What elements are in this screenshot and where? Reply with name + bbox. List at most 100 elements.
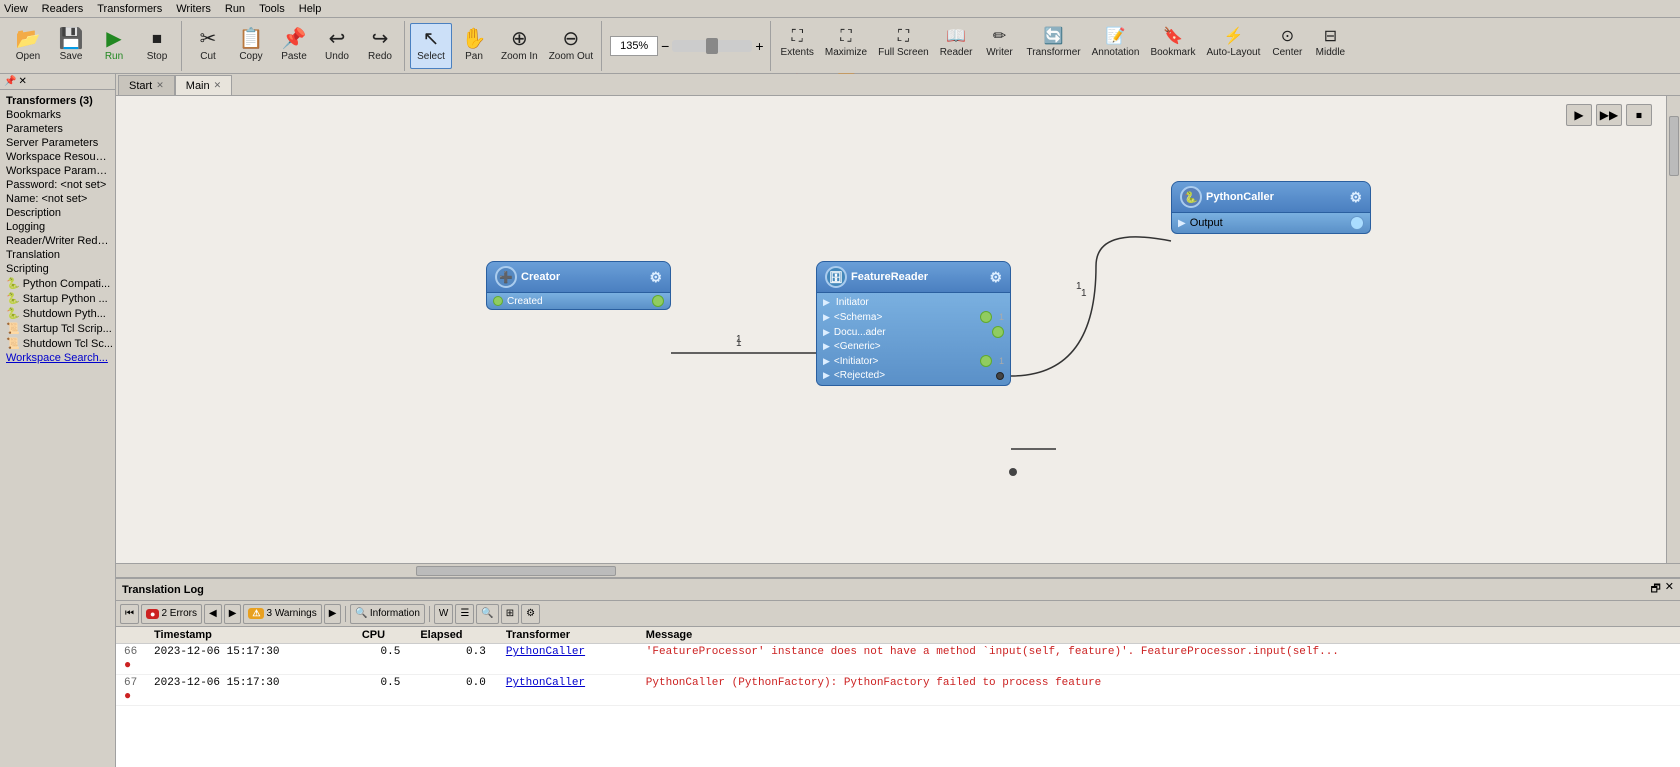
undo-button[interactable]: ↩ Undo bbox=[316, 23, 358, 69]
sidebar-item-workspace-search[interactable]: Workspace Search... bbox=[2, 351, 113, 365]
node-creator-header: ➕ Creator ⚙ bbox=[486, 261, 671, 293]
log-row-66-transformer[interactable]: PythonCaller bbox=[498, 644, 638, 675]
writer-button[interactable]: ✏ Writer bbox=[979, 21, 1021, 67]
sidebar-item-transformers[interactable]: Transformers (3) bbox=[2, 94, 113, 108]
extents-button[interactable]: ⛶ Extents bbox=[776, 21, 819, 67]
log-errors-nav-prev[interactable]: ◀ bbox=[204, 604, 222, 624]
bookmark-icon: 🔖 bbox=[1163, 29, 1183, 45]
center-button[interactable]: ⊙ Center bbox=[1266, 21, 1308, 67]
log-settings-button[interactable]: ⚙ bbox=[521, 604, 540, 624]
sidebar-item-shutdown-python[interactable]: 🐍 Shutdown Pyth... bbox=[2, 306, 113, 321]
log-list-button[interactable]: ☰ bbox=[455, 604, 474, 624]
auto-layout-button[interactable]: ⚡ Auto-Layout bbox=[1201, 21, 1265, 67]
maximize-button[interactable]: ⛶ Maximize bbox=[820, 21, 872, 67]
zoom-input[interactable] bbox=[610, 36, 658, 56]
tab-main[interactable]: Main ✕ bbox=[175, 75, 232, 95]
log-scroll-top-button[interactable]: ⏮ bbox=[120, 604, 139, 624]
sidebar-item-startup-tcl[interactable]: 📜 Startup Tcl Scrip... bbox=[2, 321, 113, 336]
canvas-step-button[interactable]: ▶▶ bbox=[1596, 104, 1622, 126]
canvas-run-button[interactable]: ▶ bbox=[1566, 104, 1592, 126]
node-feature-reader[interactable]: 🗄 FeatureReader ⚙ ▶ Initiator bbox=[816, 261, 1011, 386]
sidebar-item-python-compat[interactable]: 🐍 Python Compati... bbox=[2, 276, 113, 291]
log-title: Translation Log bbox=[122, 584, 204, 596]
fullscreen-button[interactable]: ⛶ Full Screen bbox=[873, 21, 934, 67]
vertical-scrollbar[interactable] bbox=[1666, 96, 1680, 563]
sidebar-item-parameters[interactable]: Parameters bbox=[2, 122, 113, 136]
sidebar-item-reader-writer-redir[interactable]: Reader/Writer Redir... bbox=[2, 234, 113, 248]
reader-button[interactable]: 📖 Reader bbox=[935, 21, 978, 67]
redo-button[interactable]: ↪ Redo bbox=[359, 23, 401, 69]
log-filter-button[interactable]: ⊞ bbox=[501, 604, 519, 624]
node-creator[interactable]: ➕ Creator ⚙ Created bbox=[486, 261, 671, 310]
zoom-slider[interactable] bbox=[672, 40, 752, 52]
zoom-plus-icon[interactable]: + bbox=[755, 38, 763, 54]
zoom-out-button[interactable]: ⊖ Zoom Out bbox=[544, 23, 598, 69]
horizontal-scrollbar[interactable] bbox=[116, 563, 1680, 577]
log-row-66-transformer-link[interactable]: PythonCaller bbox=[506, 646, 585, 658]
stop-button[interactable]: ⏹ Stop bbox=[136, 23, 178, 69]
log-maximize-icon[interactable]: 🗗 bbox=[1650, 580, 1660, 599]
log-row-67-transformer-link[interactable]: PythonCaller bbox=[506, 677, 585, 689]
sidebar-item-scripting[interactable]: Scripting bbox=[2, 262, 113, 276]
node-python-caller[interactable]: 🐍 PythonCaller ⚙ ▶ Output bbox=[1171, 181, 1371, 234]
log-search-button[interactable]: 🔍 bbox=[476, 604, 498, 624]
log-errors-button[interactable]: ● 2 Errors bbox=[141, 604, 202, 624]
log-warnings-button[interactable]: ⚠ 3 Warnings bbox=[243, 604, 321, 624]
copy-button[interactable]: 📋 Copy bbox=[230, 23, 272, 69]
tab-start[interactable]: Start ✕ bbox=[118, 75, 175, 95]
warnings-label: 3 Warnings bbox=[266, 608, 316, 619]
tcl-icon: 📜 bbox=[6, 322, 20, 335]
sidebar-item-name[interactable]: Name: <not set> bbox=[2, 192, 113, 206]
save-button[interactable]: 💾 Save bbox=[50, 23, 92, 69]
log-close-icon[interactable]: ✕ bbox=[1665, 580, 1674, 599]
menu-run[interactable]: Run bbox=[225, 3, 245, 15]
menu-writers[interactable]: Writers bbox=[176, 3, 211, 15]
pan-button[interactable]: ✋ Pan bbox=[453, 23, 495, 69]
select-button[interactable]: ↖ Select bbox=[410, 23, 452, 69]
log-word-wrap-button[interactable]: W bbox=[434, 604, 453, 624]
middle-label: Middle bbox=[1316, 47, 1345, 58]
menu-transformers[interactable]: Transformers bbox=[97, 3, 162, 15]
sidebar-item-logging[interactable]: Logging bbox=[2, 220, 113, 234]
menu-help[interactable]: Help bbox=[299, 3, 322, 15]
sidebar-item-bookmarks[interactable]: Bookmarks bbox=[2, 108, 113, 122]
open-button[interactable]: 📂 Open bbox=[7, 23, 49, 69]
transformer-button[interactable]: 🔄 Transformer bbox=[1022, 21, 1086, 67]
sidebar-item-workspace-resources[interactable]: Workspace Resources bbox=[2, 150, 113, 164]
sidebar-item-workspace-params[interactable]: Workspace Parameters bbox=[2, 164, 113, 178]
sidebar-pin-icon[interactable]: 📌 bbox=[4, 76, 16, 87]
sidebar-item-description[interactable]: Description bbox=[2, 206, 113, 220]
paste-button[interactable]: 📌 Paste bbox=[273, 23, 315, 69]
log-info-button[interactable]: 🔍 Information bbox=[350, 604, 424, 624]
menu-tools[interactable]: Tools bbox=[259, 3, 285, 15]
sidebar-item-translation[interactable]: Translation bbox=[2, 248, 113, 262]
sidebar-item-startup-python[interactable]: 🐍 Startup Python ... bbox=[2, 291, 113, 306]
run-button[interactable]: ▶ Run bbox=[93, 23, 135, 69]
tab-start-close-icon[interactable]: ✕ bbox=[156, 80, 164, 91]
node-creator-gear-icon[interactable]: ⚙ bbox=[649, 269, 662, 286]
log-warnings-nav-next[interactable]: ▶ bbox=[324, 604, 342, 624]
menu-readers[interactable]: Readers bbox=[42, 3, 84, 15]
hscroll-thumb[interactable] bbox=[416, 566, 616, 576]
annotation-button[interactable]: 📝 Annotation bbox=[1087, 21, 1145, 67]
menu-view[interactable]: View bbox=[4, 3, 28, 15]
canvas[interactable]: 1 1 ▶ ▶▶ bbox=[116, 96, 1666, 563]
middle-button[interactable]: ⊟ Middle bbox=[1309, 21, 1351, 67]
canvas-stop-button[interactable]: ⏹ bbox=[1626, 104, 1652, 126]
sidebar-item-password[interactable]: Password: <not set> bbox=[2, 178, 113, 192]
zoom-in-button[interactable]: ⊕ Zoom In bbox=[496, 23, 543, 69]
node-fr-gear-icon[interactable]: ⚙ bbox=[989, 269, 1002, 286]
node-pc-gear-icon[interactable]: ⚙ bbox=[1349, 189, 1362, 206]
log-header: Translation Log 🗗 ✕ bbox=[116, 579, 1680, 601]
sidebar-close-icon[interactable]: ✕ bbox=[18, 76, 26, 87]
bookmark-button[interactable]: 🔖 Bookmark bbox=[1145, 21, 1200, 67]
log-row-67-transformer[interactable]: PythonCaller bbox=[498, 675, 638, 706]
cut-button[interactable]: ✂ Cut bbox=[187, 23, 229, 69]
log-errors-nav-next[interactable]: ▶ bbox=[224, 604, 242, 624]
vscroll-thumb[interactable] bbox=[1669, 116, 1679, 176]
tab-main-close-icon[interactable]: ✕ bbox=[214, 80, 222, 91]
sidebar-item-server-params[interactable]: Server Parameters bbox=[2, 136, 113, 150]
log-table: Timestamp CPU Elapsed Transformer Messag… bbox=[116, 627, 1680, 767]
zoom-minus-icon[interactable]: − bbox=[661, 38, 669, 54]
sidebar-item-shutdown-tcl[interactable]: 📜 Shutdown Tcl Sc... bbox=[2, 336, 113, 351]
